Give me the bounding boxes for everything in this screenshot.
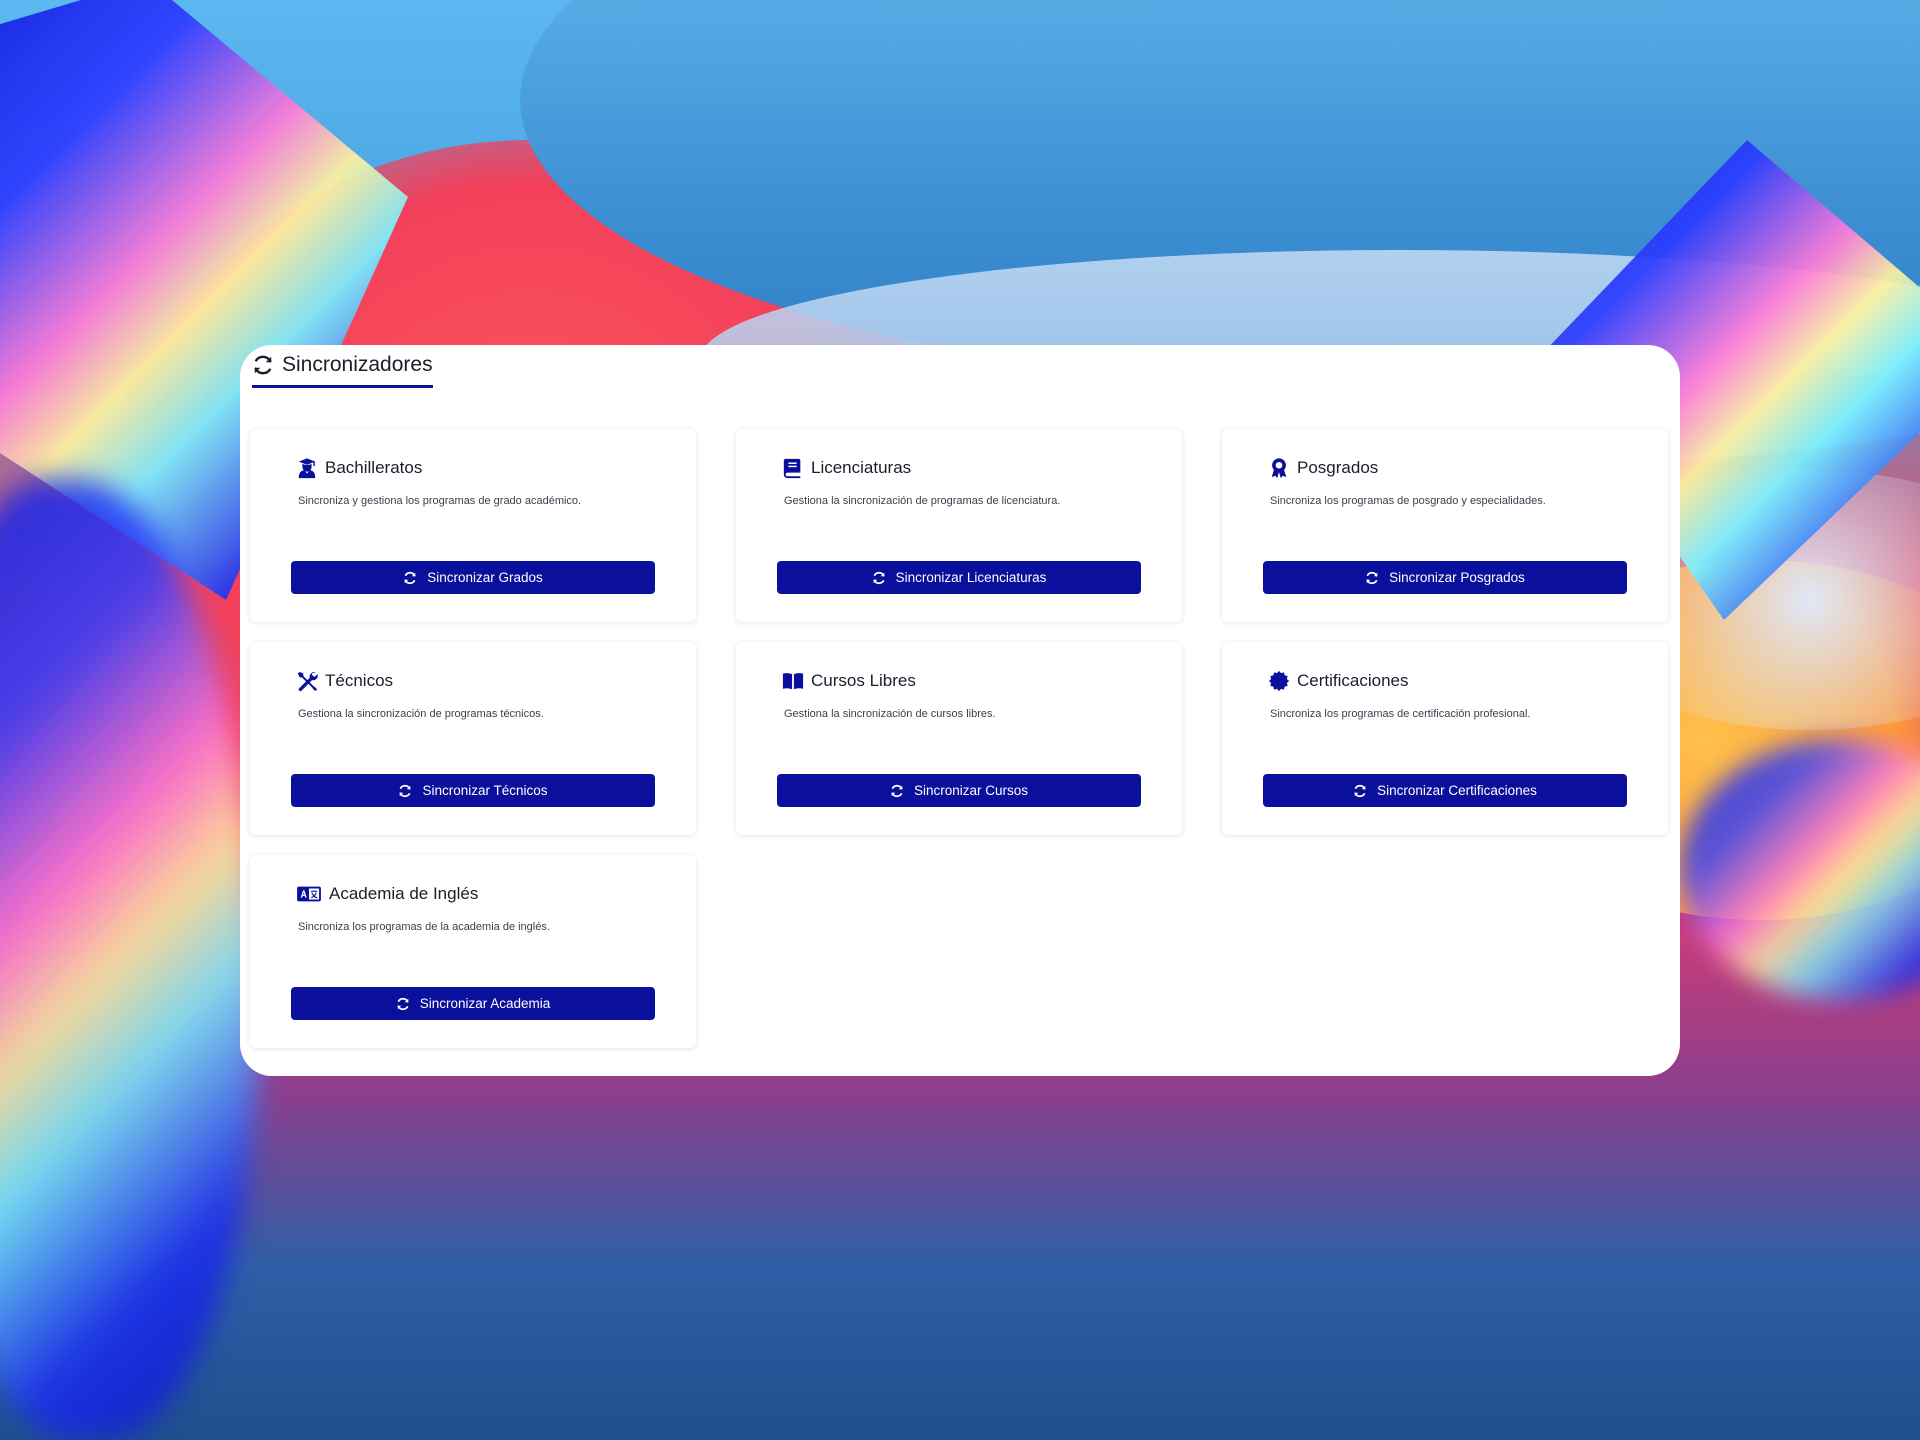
sync-posgrados-button[interactable]: Sincronizar Posgrados [1263, 561, 1627, 594]
card-description: Sincroniza los programas de la academia … [298, 921, 550, 933]
sync-icon [872, 571, 886, 585]
card-header: Técnicos [296, 670, 393, 692]
button-label: Sincronizar Posgrados [1389, 570, 1525, 585]
card-tecnicos: Técnicos Gestiona la sincronización de p… [250, 642, 696, 835]
sync-certificaciones-button[interactable]: Sincronizar Certificaciones [1263, 774, 1627, 807]
card-description: Gestiona la sincronización de programas … [298, 708, 544, 720]
button-label: Sincronizar Certificaciones [1377, 783, 1537, 798]
card-header: Bachilleratos [296, 457, 422, 479]
card-description: Sincroniza los programas de certificació… [1270, 708, 1531, 720]
page-title: Sincronizadores [282, 353, 433, 376]
button-label: Sincronizar Academia [419, 996, 551, 1011]
button-label: Sincronizar Grados [427, 570, 543, 585]
card-bachilleratos: Bachilleratos Sincroniza y gestiona los … [250, 429, 696, 622]
card-description: Sincroniza y gestiona los programas de g… [298, 495, 582, 507]
card-header: Cursos Libres [782, 670, 916, 692]
sync-icon [890, 784, 904, 798]
card-title: Bachilleratos [325, 458, 423, 477]
card-licenciaturas: Licenciaturas Gestiona la sincronización… [736, 429, 1182, 622]
sync-icon [1365, 571, 1379, 585]
tools-icon [296, 670, 318, 692]
card-header: Posgrados [1268, 457, 1378, 479]
graduate-icon [296, 457, 318, 479]
sync-panel: Sincronizadores Bachilleratos Sincroniza… [240, 345, 1680, 1076]
sync-cursos-button[interactable]: Sincronizar Cursos [777, 774, 1141, 807]
button-label: Sincronizar Técnicos [422, 783, 548, 798]
sync-icon [398, 784, 412, 798]
sync-icon [396, 997, 410, 1011]
sync-grados-button[interactable]: Sincronizar Grados [291, 561, 655, 594]
sync-icon [1353, 784, 1367, 798]
card-description: Gestiona la sincronización de programas … [784, 495, 1061, 507]
card-description: Sincroniza los programas de posgrado y e… [1270, 495, 1546, 507]
book-icon [782, 457, 804, 479]
card-title: Cursos Libres [811, 671, 916, 690]
card-title: Academia de Inglés [329, 884, 479, 903]
card-title: Posgrados [1297, 458, 1379, 477]
sync-licenciaturas-button[interactable]: Sincronizar Licenciaturas [777, 561, 1141, 594]
sync-academia-button[interactable]: Sincronizar Academia [291, 987, 655, 1020]
card-cursos-libres: Cursos Libres Gestiona la sincronización… [736, 642, 1182, 835]
card-certificaciones: Certificaciones Sincroniza los programas… [1222, 642, 1668, 835]
card-header: Licenciaturas [782, 457, 911, 479]
certificate-icon [1268, 670, 1290, 692]
card-description: Gestiona la sincronización de cursos lib… [784, 708, 996, 720]
card-title: Certificaciones [1297, 671, 1409, 690]
card-title: Licenciaturas [811, 458, 912, 477]
award-icon [1268, 457, 1290, 479]
open-book-icon [782, 670, 804, 692]
sync-icon [403, 571, 417, 585]
language-icon [296, 883, 322, 905]
card-title: Técnicos [325, 671, 394, 690]
sync-icon [252, 354, 274, 376]
card-header: Certificaciones [1268, 670, 1409, 692]
sync-tecnicos-button[interactable]: Sincronizar Técnicos [291, 774, 655, 807]
button-label: Sincronizar Licenciaturas [895, 570, 1047, 585]
card-academia-ingles: Academia de Inglés Sincroniza los progra… [250, 855, 696, 1048]
card-header: Academia de Inglés [296, 883, 478, 905]
button-label: Sincronizar Cursos [913, 783, 1029, 798]
card-posgrados: Posgrados Sincroniza los programas de po… [1222, 429, 1668, 622]
panel-header: Sincronizadores [252, 345, 433, 388]
